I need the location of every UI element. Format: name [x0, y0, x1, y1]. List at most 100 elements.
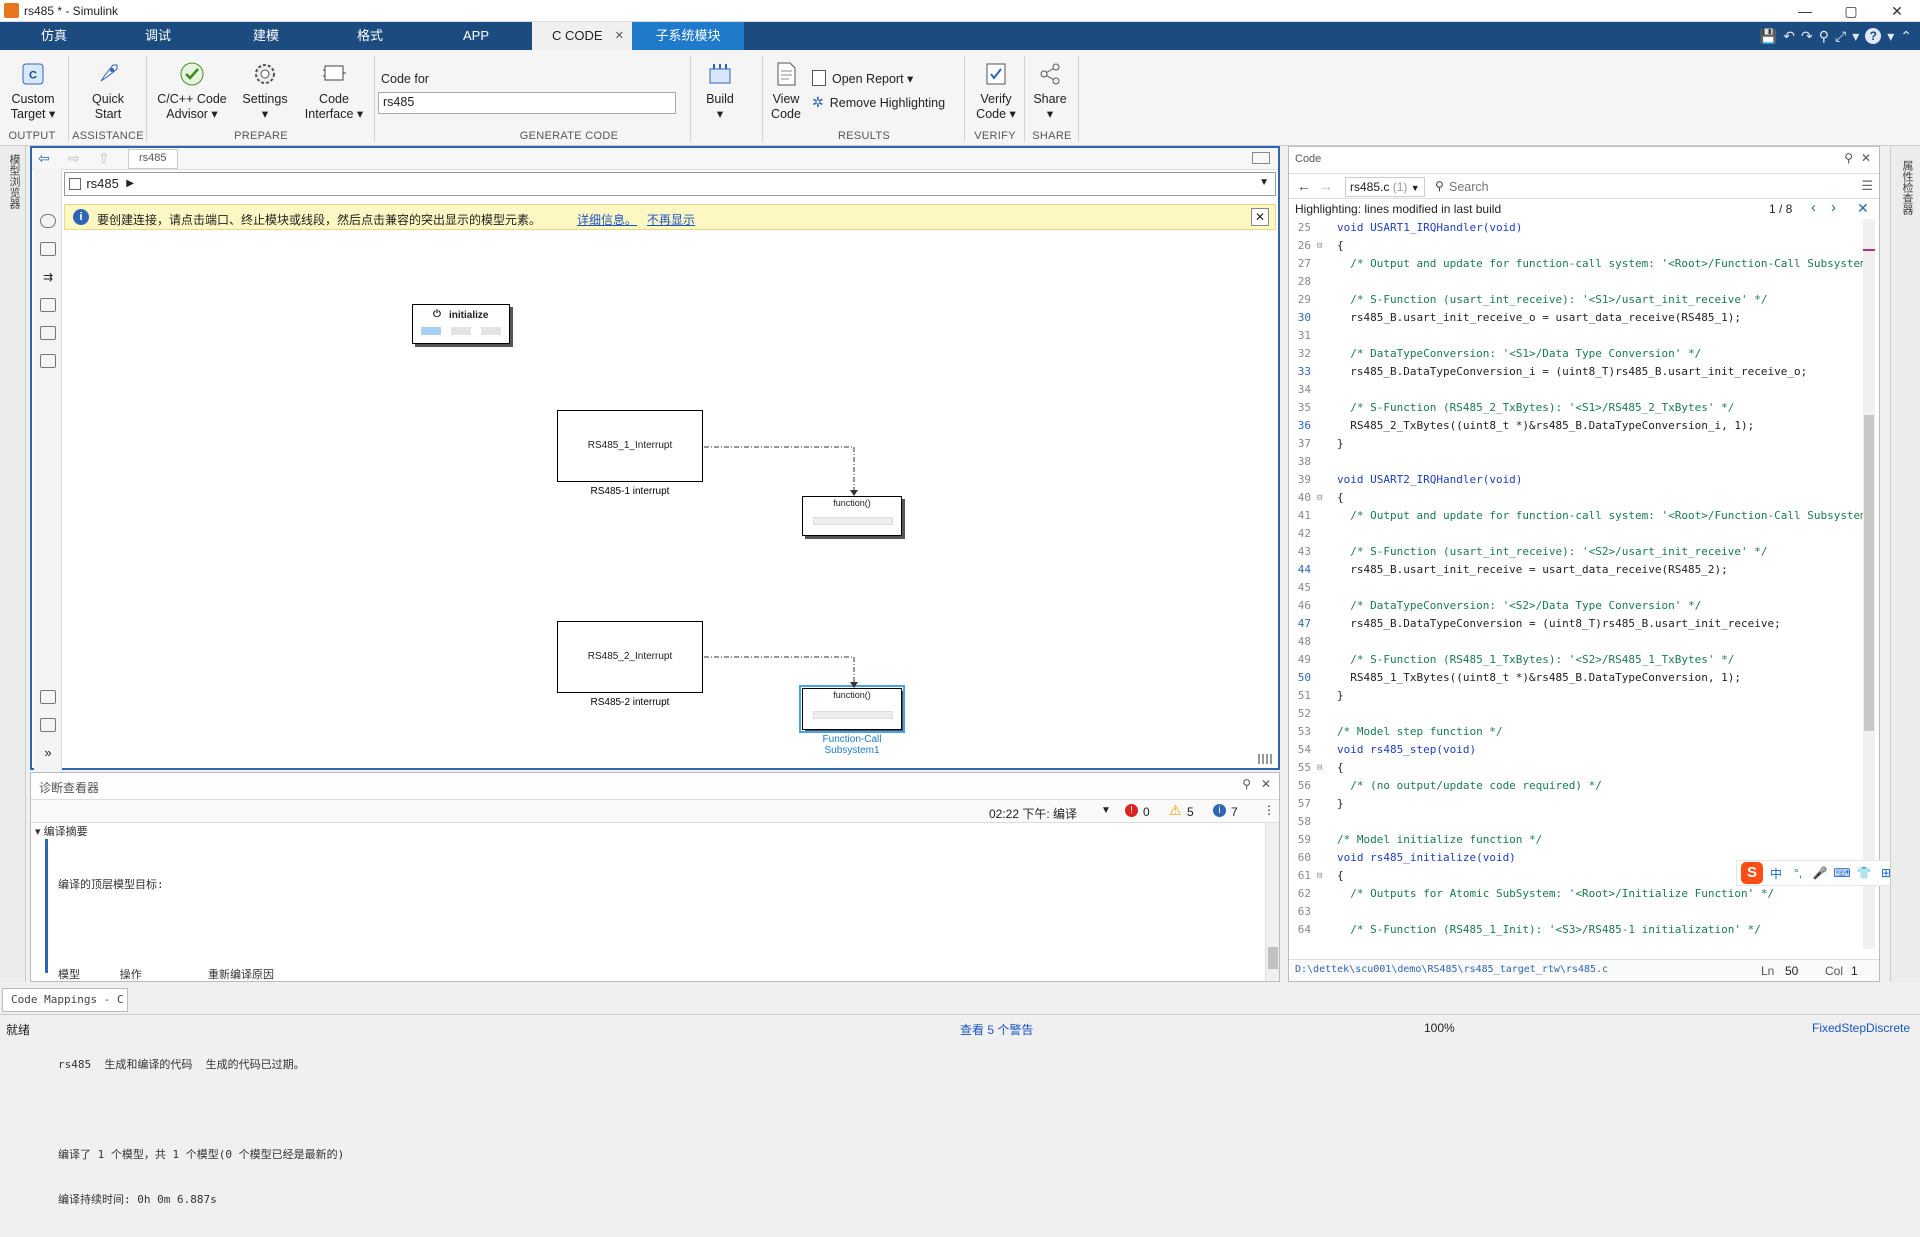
ime-keyboard-icon[interactable]: ⌨ [1833, 864, 1851, 882]
back-arrow-icon[interactable]: ⇦ [38, 150, 50, 167]
code-line[interactable]: 59 /* Model initialize function */ [1289, 831, 1543, 849]
warning-icon[interactable]: ⚠ [1169, 802, 1182, 819]
panel-menu-icon[interactable] [1252, 152, 1270, 164]
arrows-icon[interactable]: ⇉ [40, 270, 56, 284]
info-dont-show-link[interactable]: 不再显示 [647, 211, 695, 228]
code-editor[interactable]: 25 void USART1_IRQHandler(void) 26 ⊟ {27 /* … [1289, 219, 1863, 949]
close-diagnostic-icon[interactable]: ✕ [1261, 777, 1271, 791]
code-line[interactable]: 28 [1289, 273, 1337, 291]
code-line[interactable]: 60 void rs485_initialize(void) [1289, 849, 1516, 867]
close-info-icon[interactable]: ✕ [1251, 208, 1269, 226]
diagnostic-time-dropdown-icon[interactable]: ▼ [1101, 805, 1111, 816]
close-tab-icon[interactable]: ✕ [615, 22, 624, 50]
tab-subsystem-block[interactable]: 子系统模块 [632, 22, 744, 50]
fold-icon[interactable]: ⊟ [1317, 237, 1322, 255]
code-line[interactable]: 36 RS485_2_TxBytes((uint8_t *)&rs485_B.D… [1289, 417, 1754, 435]
code-for-input[interactable]: rs485 [378, 92, 676, 114]
view-code-button[interactable]: View Code [766, 60, 806, 122]
build-button[interactable]: Build ▾ [700, 60, 740, 122]
tab-c-code[interactable]: C CODE ✕ [532, 22, 632, 50]
code-back-icon[interactable]: ← [1297, 178, 1311, 194]
resize-grip-icon[interactable] [1258, 754, 1274, 764]
code-forward-icon[interactable]: → [1319, 178, 1333, 194]
up-arrow-icon[interactable]: ⇧ [98, 150, 110, 167]
code-mappings-tab[interactable]: Code Mappings - C [2, 988, 128, 1012]
code-line[interactable]: 62 /* Outputs for Atomic SubSystem: '<Ro… [1289, 885, 1774, 903]
remove-highlighting-button[interactable]: ✲ Remove Highlighting [812, 94, 945, 111]
collapse-ribbon-icon[interactable]: ⌃ [1900, 28, 1912, 45]
info-details-link[interactable]: 详细信息。 [577, 211, 637, 228]
prev-highlight-icon[interactable]: ‹ [1811, 199, 1816, 216]
code-line[interactable]: 41 /* Output and update for function-cal… [1289, 507, 1863, 525]
code-line[interactable]: 55 ⊟ { [1289, 759, 1344, 777]
help-dropdown-icon[interactable]: ▾ [1887, 28, 1894, 45]
save-icon[interactable]: 💾 [1760, 28, 1777, 45]
model-browser-strip[interactable]: 模型浏览器 [0, 146, 26, 982]
code-line[interactable]: 39 void USART2_IRQHandler(void) [1289, 471, 1523, 489]
view-warnings-link[interactable]: 查看 5 个警告 [960, 1021, 1033, 1038]
code-pin-icon[interactable]: ⚲ [1844, 151, 1853, 165]
maximize-button[interactable]: ▢ [1828, 0, 1874, 22]
screenshot-icon[interactable] [40, 690, 56, 704]
code-line[interactable]: 64 /* S-Function (RS485_1_Init): '<S3>/R… [1289, 921, 1761, 939]
code-interface-button[interactable]: Code Interface ▾ [300, 60, 368, 122]
code-line[interactable]: 38 [1289, 453, 1337, 471]
code-line[interactable]: 29 /* S-Function (usart_int_receive): '<… [1289, 291, 1768, 309]
fit-view-icon[interactable] [40, 242, 56, 256]
tab-simulation[interactable]: 仿真 [14, 22, 94, 50]
code-line[interactable]: 40 ⊟ { [1289, 489, 1344, 507]
diagnostic-menu-icon[interactable]: ⋮ [1263, 803, 1275, 817]
code-line[interactable]: 30 rs485_B.usart_init_receive_o = usart_… [1289, 309, 1741, 327]
image-icon[interactable] [40, 326, 56, 340]
code-line[interactable]: 26 ⊟ { [1289, 237, 1344, 255]
diagnostic-scrollbar[interactable] [1265, 823, 1279, 981]
code-line[interactable]: 52 [1289, 705, 1337, 723]
property-inspector-strip[interactable]: 属性检查器 [1890, 146, 1920, 982]
code-line[interactable]: 42 [1289, 525, 1337, 543]
code-line[interactable]: 56 /* (no output/update code required) *… [1289, 777, 1602, 795]
share-button[interactable]: Share ▾ [1030, 60, 1070, 122]
tab-apps[interactable]: APP [436, 22, 516, 50]
tab-format[interactable]: 格式 [330, 22, 410, 50]
tab-modeling[interactable]: 建模 [226, 22, 306, 50]
forward-arrow-icon[interactable]: ⇨ [68, 150, 80, 167]
file-select[interactable]: rs485.c (1) ▼ [1345, 177, 1425, 197]
info-count-icon[interactable]: i [1213, 804, 1226, 817]
ime-punctuation-icon[interactable]: °, [1789, 864, 1807, 882]
tab-debug[interactable]: 调试 [118, 22, 198, 50]
minimize-button[interactable]: — [1782, 0, 1828, 22]
close-window-button[interactable]: ✕ [1874, 0, 1920, 22]
ime-logo-icon[interactable]: S [1741, 862, 1763, 884]
code-line[interactable]: 53 /* Model step function */ [1289, 723, 1503, 741]
address-expand-icon[interactable]: ▶ [126, 178, 134, 189]
address-bar[interactable]: rs485 ▶ ▼ [64, 172, 1276, 196]
code-line[interactable]: 32 /* DataTypeConversion: '<S1>/Data Typ… [1289, 345, 1702, 363]
fold-icon[interactable]: ⊟ [1317, 759, 1322, 777]
fit-icon[interactable]: ⤢ [1835, 28, 1846, 45]
code-line[interactable]: 27 /* Output and update for function-cal… [1289, 255, 1863, 273]
help-icon[interactable]: ? [1865, 28, 1882, 44]
code-line[interactable]: 45 [1289, 579, 1337, 597]
code-search-input[interactable] [1449, 177, 1839, 197]
address-dropdown-icon[interactable]: ▼ [1259, 177, 1269, 188]
code-advisor-button[interactable]: C/C++ Code Advisor ▾ [152, 60, 232, 122]
open-report-button[interactable]: Open Report ▾ [812, 70, 913, 86]
code-line[interactable]: 51} [1289, 687, 1344, 705]
code-line[interactable]: 37} [1289, 435, 1344, 453]
model-canvas[interactable]: ⏻ initialize RS485_1_Interrupt RS485-1 i… [64, 232, 1276, 766]
code-line[interactable]: 50 RS485_1_TxBytes((uint8_t *)&rs485_B.D… [1289, 669, 1741, 687]
ime-voice-icon[interactable]: 🎤 [1811, 864, 1829, 882]
code-line[interactable]: 43 /* S-Function (usart_int_receive): '<… [1289, 543, 1768, 561]
ime-chinese-icon[interactable]: 中 [1767, 864, 1785, 882]
fold-icon[interactable]: ⊟ [1317, 489, 1322, 507]
custom-target-button[interactable]: C Custom Target ▾ [6, 60, 60, 122]
code-menu-icon[interactable]: ☰ [1861, 178, 1873, 194]
build-summary-header[interactable]: ▾ 编译摘要 [35, 823, 88, 839]
undo-icon[interactable]: ↶ [1783, 28, 1795, 45]
close-code-pane-icon[interactable]: ✕ [1861, 151, 1871, 165]
settings-button[interactable]: Settings ▾ [236, 60, 294, 122]
zoom-icon[interactable] [40, 214, 56, 228]
fold-icon[interactable]: ⊟ [1317, 867, 1322, 885]
clear-highlight-icon[interactable]: ✕ [1857, 200, 1869, 217]
code-line[interactable]: 47 rs485_B.DataTypeConversion = (uint8_T… [1289, 615, 1781, 633]
